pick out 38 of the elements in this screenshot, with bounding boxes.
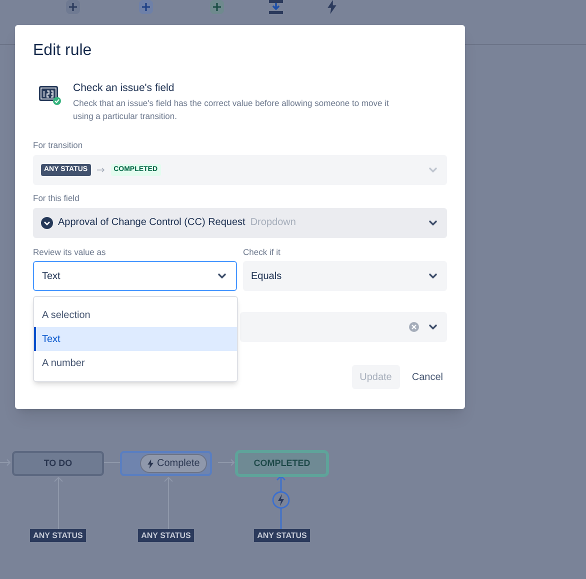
- arrow-connector: [218, 459, 235, 466]
- arrow-connector: [54, 477, 63, 529]
- menu-option[interactable]: Text: [34, 327, 237, 351]
- arrow-connector: [0, 459, 11, 466]
- dropdown-field-icon: [41, 216, 53, 228]
- field-label: Check if it: [243, 246, 280, 258]
- plus-icon[interactable]: [66, 0, 80, 14]
- transition-icon[interactable]: [269, 0, 283, 14]
- select-value: Text: [42, 270, 60, 284]
- field-label: For transition: [33, 139, 83, 152]
- plus-icon[interactable]: [210, 0, 224, 14]
- cancel-button[interactable]: Cancel: [404, 365, 451, 390]
- rule-title: Check an issue's field: [73, 81, 176, 95]
- status-badge: ANY STATUS: [254, 529, 310, 542]
- plus-icon[interactable]: [139, 0, 153, 14]
- status-badge: ANY STATUS: [138, 529, 194, 542]
- clear-icon[interactable]: [409, 322, 419, 332]
- dialog-title: Edit rule: [33, 41, 92, 61]
- lightning-icon: [326, 0, 338, 14]
- field-label: Review its value as: [33, 246, 106, 258]
- field-type: Dropdown: [250, 216, 296, 230]
- transition-pill[interactable]: Complete: [140, 454, 207, 473]
- select-value: Equals: [251, 270, 282, 284]
- number-field-icon: [39, 85, 61, 105]
- arrow-right-icon: [96, 166, 105, 173]
- status-badge: ANY STATUS: [30, 529, 86, 542]
- condition-select[interactable]: Equals: [243, 261, 447, 292]
- field-value: Approval of Change Control (CC) Request: [58, 216, 246, 230]
- field-select[interactable]: Approval of Change Control (CC) Request Dropdown: [33, 208, 447, 238]
- menu-option[interactable]: A selection: [34, 303, 237, 327]
- field-label: For this field: [33, 192, 80, 204]
- arrow-connector: [164, 477, 173, 529]
- rule-arrow-connector: [271, 476, 291, 530]
- transition-label: Complete: [157, 457, 200, 471]
- lightning-icon: [147, 458, 154, 468]
- review-select[interactable]: Text: [33, 261, 237, 292]
- menu-option[interactable]: A number: [34, 351, 237, 375]
- rule-description: Check that an issue's field has the correct value before allowing someone to move it using a particular transition.: [73, 97, 390, 123]
